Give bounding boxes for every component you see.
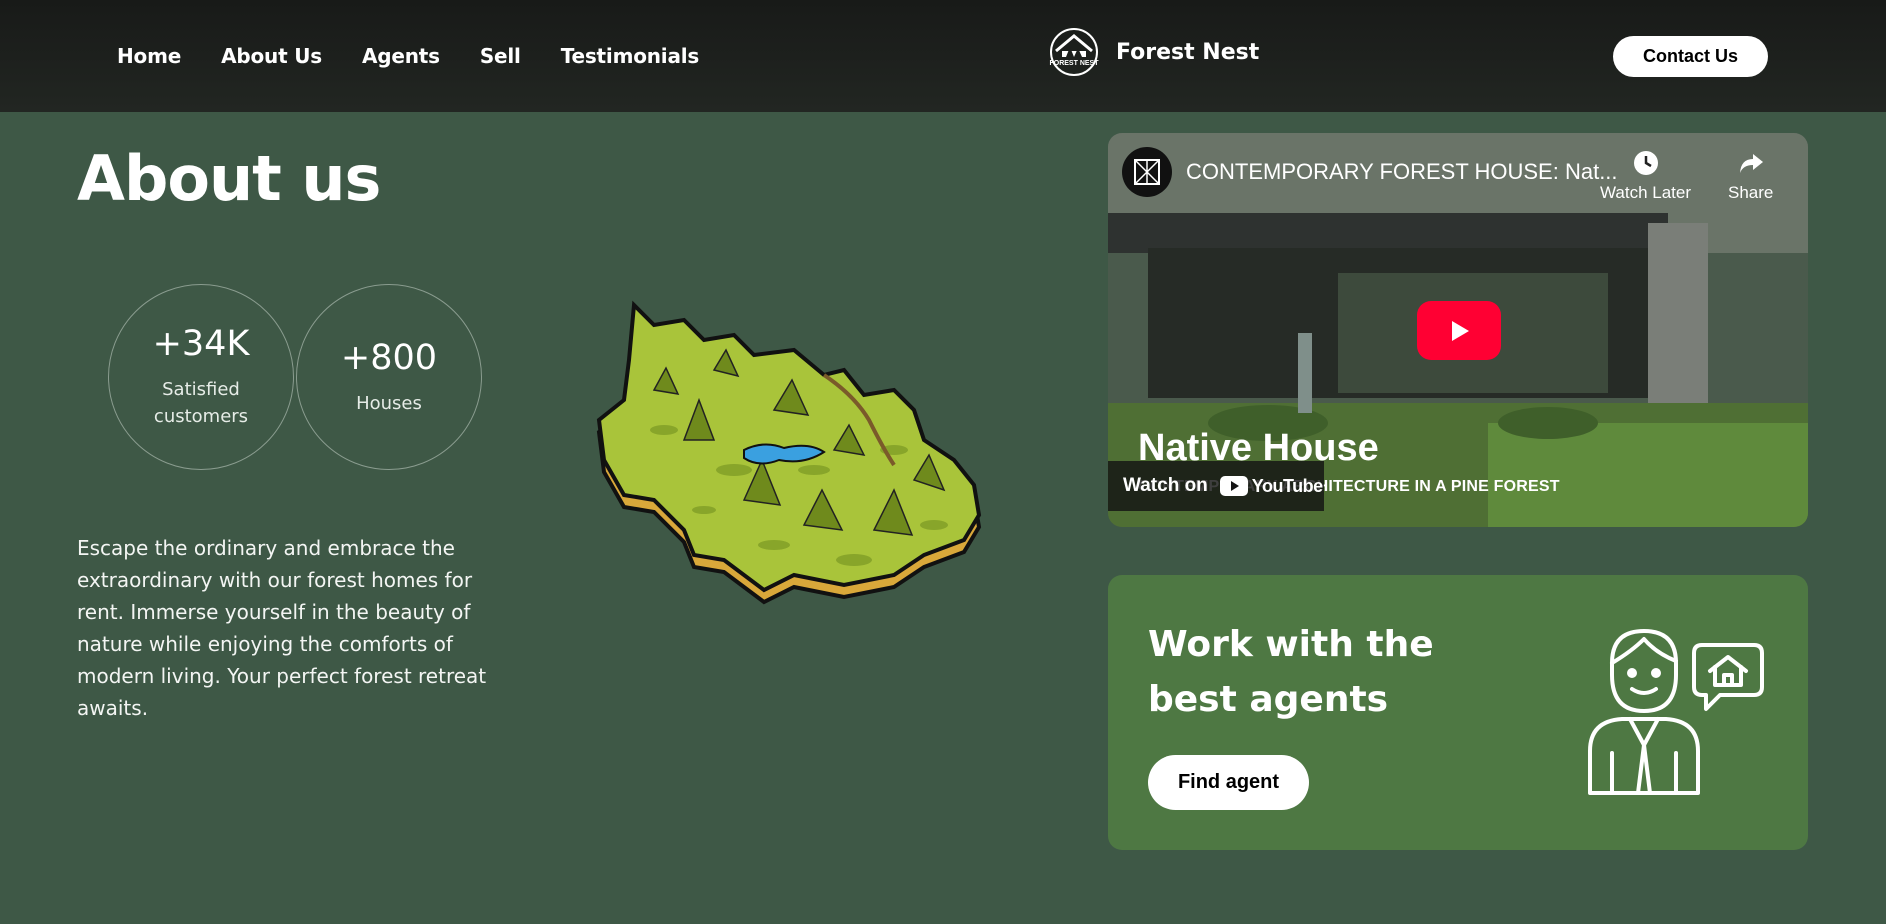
agents-card: Work with the best agents Find agent — [1108, 575, 1808, 850]
brand-name: Forest Nest — [1116, 39, 1260, 65]
watch-on-label: Watch on — [1123, 475, 1208, 496]
youtube-logo: YouTube — [1219, 475, 1323, 497]
video-player[interactable]: CONTEMPORARY FOREST HOUSE: Nat... Watch … — [1108, 133, 1808, 527]
youtube-wordmark: YouTube — [1251, 475, 1323, 496]
forest-map-illustration — [596, 300, 982, 605]
watch-on-youtube-button[interactable]: Watch on YouTube — [1108, 461, 1324, 511]
share-label: Share — [1728, 183, 1774, 202]
youtube-icon — [1219, 476, 1248, 496]
about-description: Escape the ordinary and embrace the extr… — [77, 536, 487, 720]
stat-label: Houses — [356, 392, 422, 414]
nav-testimonials[interactable]: Testimonials — [561, 44, 700, 68]
agent-house-icon — [1588, 629, 1764, 795]
watch-later-label: Watch Later — [1600, 183, 1692, 202]
contact-us-button[interactable]: Contact Us — [1613, 36, 1768, 77]
main-nav: Home About Us Agents Sell Testimonials — [117, 44, 699, 68]
site-header: Home About Us Agents Sell Testimonials F… — [0, 0, 1886, 112]
page-title: About us — [77, 142, 381, 215]
stat-label: Satisfied customers — [153, 379, 249, 427]
stat-houses: +800 Houses — [296, 284, 482, 470]
agents-heading: Work with the best agents — [1148, 624, 1434, 720]
share-arrow-icon — [1739, 154, 1763, 173]
play-button[interactable] — [1417, 301, 1501, 360]
play-icon — [1452, 320, 1469, 341]
nav-sell[interactable]: Sell — [480, 44, 521, 68]
share-button[interactable]: Share — [1728, 149, 1773, 203]
channel-avatar-icon[interactable] — [1122, 147, 1172, 197]
video-title[interactable]: CONTEMPORARY FOREST HOUSE: Nat... — [1186, 159, 1618, 185]
nav-agents[interactable]: Agents — [362, 44, 440, 68]
watch-later-button[interactable]: Watch Later — [1600, 149, 1691, 203]
forest-nest-logo-icon: FOREST NEST — [1049, 28, 1099, 76]
nav-home[interactable]: Home — [117, 44, 181, 68]
find-agent-button[interactable]: Find agent — [1148, 755, 1309, 810]
nav-about-us[interactable]: About Us — [221, 44, 322, 68]
stat-value: +34K — [152, 324, 250, 364]
svg-text:FOREST NEST: FOREST NEST — [1049, 60, 1099, 67]
brand[interactable]: FOREST NEST Forest Nest — [1046, 27, 1259, 77]
stat-satisfied-customers: +34K Satisfied customers — [108, 284, 294, 470]
stat-value: +800 — [340, 337, 438, 378]
clock-icon — [1633, 151, 1658, 175]
